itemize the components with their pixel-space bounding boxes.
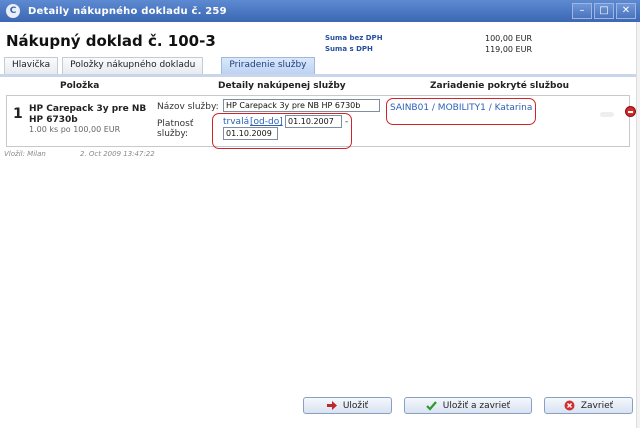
close-window-button[interactable]: ✕: [616, 3, 636, 19]
validity-label-line2: služby:: [157, 129, 189, 139]
service-name-input[interactable]: HP Carepack 3y pre NB HP 6730b: [223, 99, 380, 112]
maximize-button[interactable]: □: [594, 3, 614, 19]
row-number: 1: [13, 106, 23, 122]
tab-service-assignment[interactable]: Priradenie služby: [221, 57, 315, 74]
validity-highlight-box: [212, 113, 352, 149]
tab-bar: Hlavička Položky nákupného dokladu Prira…: [4, 57, 315, 74]
save-and-close-label: Uložiť a zavrieť: [442, 400, 511, 411]
delete-row-icon[interactable]: [625, 106, 636, 117]
save-arrow-icon: [326, 401, 337, 410]
window-edge: [636, 22, 640, 428]
sum-with-vat-value: 119,00 EUR: [485, 45, 533, 54]
sums-panel: Suma bez DPH 100,00 EUR Suma s DPH 119,0…: [325, 33, 565, 55]
minimize-button[interactable]: –: [572, 3, 592, 19]
save-button[interactable]: Uložiť: [303, 397, 392, 414]
window-title: Detaily nákupného dokladu č. 259: [28, 5, 227, 17]
page-title: Nákupný doklad č. 100-3: [6, 32, 216, 50]
save-button-label: Uložiť: [342, 400, 369, 411]
sum-without-vat-label: Suma bez DPH: [325, 34, 383, 42]
service-name-label: Názov služby:: [157, 102, 219, 112]
item-name: HP Carepack 3y pre NB HP 6730b: [29, 104, 147, 125]
table-header: Položka Detaily nakúpenej služby Zariade…: [0, 78, 636, 94]
sum-with-vat-label: Suma s DPH: [325, 45, 373, 53]
inserted-at: 2. Oct 2009 13:47:22: [80, 150, 155, 158]
close-button[interactable]: Zavrieť: [544, 397, 633, 414]
tab-header[interactable]: Hlavička: [4, 57, 59, 74]
tab-divider: [0, 74, 636, 77]
column-header-devices: Zariadenie pokryté službou: [430, 81, 570, 91]
item-quantity: 1.00 ks po 100,00 EUR: [29, 125, 121, 134]
column-header-item: Položka: [60, 81, 100, 91]
sum-without-vat-value: 100,00 EUR: [485, 34, 533, 43]
app-logo-icon: C: [6, 4, 20, 18]
inserted-by: Vložil: Milan: [4, 150, 46, 158]
close-icon: [564, 400, 575, 411]
close-button-label: Zavrieť: [580, 400, 614, 411]
check-icon: [426, 400, 437, 411]
column-header-details: Detaily nakúpenej služby: [218, 81, 346, 91]
window-titlebar: C Detaily nákupného dokladu č. 259 – □ ✕: [0, 0, 640, 22]
devices-highlight-box: [386, 98, 536, 125]
row-handle: [600, 112, 614, 117]
tab-document-items[interactable]: Položky nákupného dokladu: [62, 57, 204, 74]
save-and-close-button[interactable]: Uložiť a zavrieť: [404, 397, 532, 414]
validity-label-line1: Platnosť: [157, 119, 194, 129]
